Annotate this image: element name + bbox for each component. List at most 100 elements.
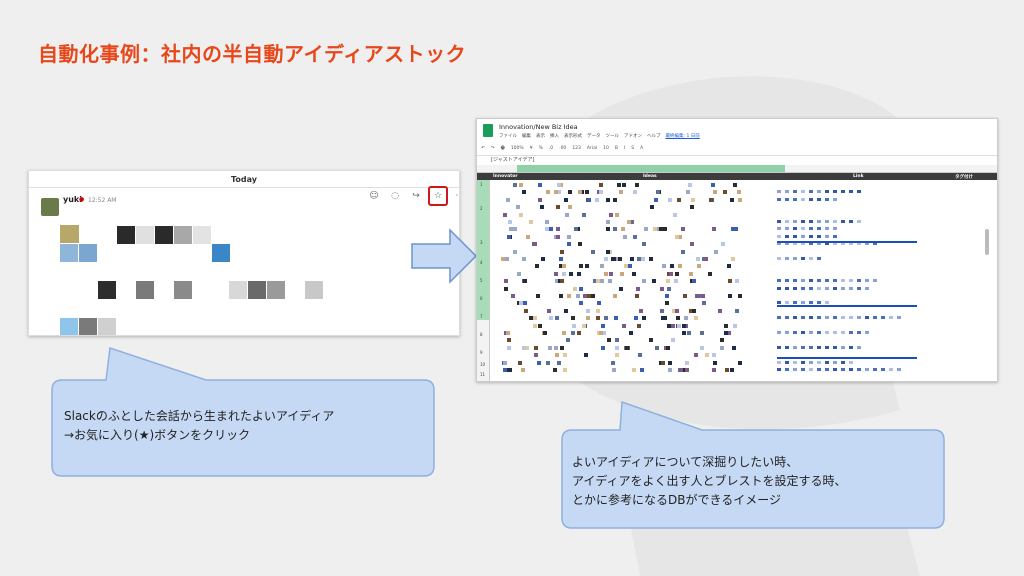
menu-insert[interactable]: 挿入 [550,133,559,139]
pixelated-link-cell [833,279,837,283]
pixelated-cell [556,234,560,239]
row-number[interactable]: 9 [480,350,483,355]
pixelated-link-cell [849,331,853,334]
font-size-select[interactable]: 10 [603,146,609,151]
pixelated-link-cell [865,368,869,371]
pixelated-link-cell [801,279,805,283]
header-tags[interactable]: タグ付け [955,174,973,180]
pixelated-link-cell [849,360,853,364]
row-number[interactable]: 4 [480,260,483,265]
italic-button[interactable]: I [624,146,625,151]
pixelated-cell [692,279,696,284]
reply-icon[interactable]: ◌ [386,187,404,205]
menu-view[interactable]: 表示 [536,133,545,139]
sheet-scrollbar[interactable] [985,229,989,255]
decrease-decimal-button[interactable]: .0 [549,146,553,151]
pixelated-link-cell [793,220,797,223]
currency-button[interactable]: ¥ [530,146,533,151]
add-reaction-icon[interactable]: ☺ [365,187,383,205]
row-number[interactable]: 1 [480,182,483,187]
callout-right-line3: とかに参考になるDBができるイメージ [572,493,781,507]
menu-help[interactable]: ヘルプ [647,133,661,139]
pixelated-link-cell [817,301,821,305]
pixelated-cell [700,345,704,350]
pixelated-cell [599,331,603,335]
sheet-header-row: Innovator Ideas Link タグ付け [477,173,997,180]
row-number[interactable]: 5 [480,278,483,283]
pixelated-cell [720,338,724,343]
header-innovator[interactable]: Innovator [493,174,518,179]
pixelated-link-cell [793,301,797,305]
pixelated-cell [606,220,610,224]
more-icon[interactable]: ⋯ [451,187,460,205]
pixelated-cell [582,212,586,217]
menu-tools[interactable]: ツール [606,133,620,139]
pixelated-cell [533,323,537,328]
pixelated-link-cell [825,286,829,290]
pixelated-cell [641,257,645,261]
strikethrough-button[interactable]: S [631,146,634,151]
zoom-select[interactable]: 100% [511,146,524,151]
pixelated-cell [611,360,615,365]
pixelated-cell [519,301,523,306]
pixelated-link-cell [817,227,821,231]
pixelated-cell [652,279,656,284]
pixelated-cell [507,338,511,343]
pixelated-link-cell [833,331,837,334]
undo-icon[interactable]: ↶ [481,146,485,151]
bold-button[interactable]: B [615,146,618,151]
pixelated-link-cell [873,316,877,320]
pixelated-cell [609,271,613,276]
row-number[interactable]: 2 [480,206,483,211]
row-number[interactable]: 11 [480,372,485,377]
last-edit-link[interactable]: 最終編集: 1 日前 [666,133,700,139]
row-number[interactable]: 8 [480,332,483,337]
formula-bar[interactable]: [ジャストアイデア] [491,156,534,163]
pixelated-cell [666,279,670,284]
pixelated-cell [533,316,537,321]
pixelated-cell [554,345,558,350]
avatar[interactable] [41,198,59,216]
increase-decimal-button[interactable]: .00 [559,146,566,151]
pixelated-cell [534,353,538,358]
percent-button[interactable]: % [539,146,543,151]
pixelated-cell [625,345,629,350]
menu-file[interactable]: ファイル [499,133,517,139]
menu-data[interactable]: データ [587,133,601,139]
menu-addons[interactable]: アドオン [624,133,642,139]
redo-icon[interactable]: ↷ [491,146,495,151]
row-number[interactable]: 3 [480,240,483,245]
menu-format[interactable]: 表示形式 [564,133,582,139]
font-select[interactable]: Arial [587,146,597,151]
row-number[interactable]: 6 [480,296,483,301]
pixelated-cell [705,353,709,358]
pixelated-link-cell [777,197,781,201]
pixelated-link-cell [865,316,869,320]
callout-right-text: よいアイディアについて深掘りしたい時、 アイディアをよく出す人とブレストを設定す… [572,453,847,510]
pixelated-cell [586,308,590,313]
link-cell-bar [777,241,917,243]
text-color-button[interactable]: A [640,146,643,151]
menu-edit[interactable]: 編集 [522,133,531,139]
message-time[interactable]: 12:52 AM [88,197,116,204]
print-icon[interactable]: 🖶 [501,144,505,152]
row-number[interactable]: 7 [480,314,483,319]
pixelated-cell [506,331,510,335]
header-link[interactable]: Link [853,174,864,179]
pixelated-cell [578,242,582,247]
more-formats-button[interactable]: 123 [572,146,581,151]
pixelated-cell [688,183,692,187]
pixelated-link-cell [889,368,893,371]
pixelated-link-cell [841,279,845,283]
header-ideas[interactable]: Ideas [643,174,657,179]
pixelated-link-cell [833,345,837,349]
row-number[interactable]: 10 [480,362,485,367]
pixelated-cell [522,257,526,261]
share-icon[interactable]: ↪ [407,187,425,205]
pixelated-link-cell [777,286,781,290]
pixelated-link-cell [849,190,853,194]
sheet-title[interactable]: Innovation/New Biz Idea [499,123,578,131]
pixelated-cell [702,301,706,306]
star-icon[interactable]: ☆ [428,186,448,206]
pixelated-link-cell [817,331,821,334]
